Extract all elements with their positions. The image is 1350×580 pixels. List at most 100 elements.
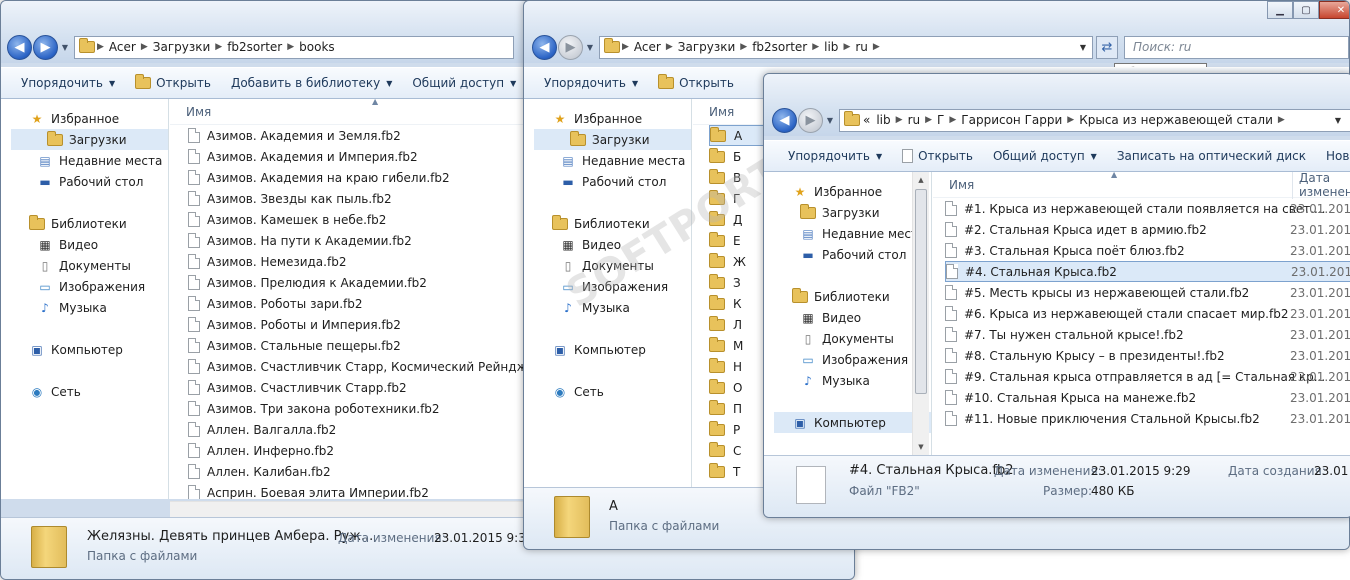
address-bar[interactable]: ▶ Acer ▶ Загрузки ▶ fb2sorter ▶ lib ▶ ru… [599, 35, 1093, 59]
nav-label: Видео [822, 310, 862, 325]
nav-network[interactable]: ◉ Сеть [1, 381, 168, 402]
file-row[interactable]: #7. Ты нужен стальной крысе!.fb2 23.01.20… [945, 324, 1350, 345]
open-button[interactable]: Открыть [892, 149, 983, 163]
breadcrumb-item[interactable]: Г [937, 113, 944, 127]
nav-documents[interactable]: ▯ Документы [764, 328, 931, 349]
nav-favorites[interactable]: ★ Избранное [524, 108, 691, 129]
folder-icon [709, 399, 725, 415]
file-row[interactable]: #10. Стальная Крыса на манеже.fb2 23.01.2… [945, 387, 1350, 408]
back-button[interactable]: ◀ [7, 34, 32, 60]
nav-computer[interactable]: ▣ Компьютер [524, 339, 691, 360]
nav-desktop[interactable]: ▬ Рабочий стол [764, 244, 931, 265]
recent-pages-dropdown[interactable]: ▼ [59, 43, 71, 52]
breadcrumb-item[interactable]: Крыса из нержавеющей стали [1079, 113, 1273, 127]
nav-images[interactable]: ▭ Изображения [1, 276, 168, 297]
nav-computer[interactable]: ▣ Компьютер [1, 339, 168, 360]
nav-recent-places[interactable]: ▤ Недавние места [1, 150, 168, 171]
file-date: 23.01.2015 9 [1290, 243, 1350, 258]
nav-libraries[interactable]: Библиотеки [1, 213, 168, 234]
breadcrumb-item[interactable]: Загрузки [153, 40, 211, 54]
minimize-button[interactable]: ▁ [1267, 1, 1293, 19]
column-date-label[interactable]: Дата изменен [1292, 172, 1350, 199]
nav-downloads[interactable]: Загрузки [764, 202, 931, 223]
open-button[interactable]: Открыть [125, 74, 221, 90]
breadcrumb-item[interactable]: Acer [634, 40, 661, 54]
organize-button[interactable]: Упорядочить ▼ [534, 76, 648, 90]
folder-icon [709, 294, 725, 310]
recent-pages-dropdown[interactable]: ▼ [824, 116, 836, 125]
back-button[interactable]: ◀ [772, 107, 797, 133]
breadcrumb-item[interactable]: fb2sorter [752, 40, 807, 54]
nav-computer[interactable]: ▣ Компьютер [774, 412, 931, 433]
nav-recent-places[interactable]: ▤ Недавние места [764, 223, 931, 244]
recent-places-icon: ▤ [562, 153, 574, 168]
nav-downloads[interactable]: Загрузки [11, 129, 168, 150]
nav-desktop[interactable]: ▬ Рабочий стол [524, 171, 691, 192]
burn-button[interactable]: Записать на оптический диск [1107, 149, 1316, 163]
forward-button[interactable]: ▶ [558, 34, 583, 60]
nav-desktop[interactable]: ▬ Рабочий стол [1, 171, 168, 192]
nav-favorites[interactable]: ★ Избранное [1, 108, 168, 129]
breadcrumb-item[interactable]: ru [908, 113, 921, 127]
file-row[interactable]: #9. Стальная крыса отправляется в ад [= … [945, 366, 1350, 387]
address-bar[interactable]: ▶ Acer ▶ Загрузки ▶ fb2sorter ▶ books [74, 35, 514, 59]
organize-button[interactable]: Упорядочить ▼ [778, 149, 892, 163]
file-row[interactable]: #3. Стальная Крыса поёт блюз.fb2 23.01.20… [945, 240, 1350, 261]
nav-video[interactable]: ▦ Видео [764, 307, 931, 328]
burn-label: Записать на оптический диск [1116, 149, 1307, 163]
scroll-up-icon[interactable]: ▲ [913, 172, 929, 188]
file-row[interactable]: #1. Крыса из нержавеющей стали появляетс… [945, 198, 1350, 219]
nav-music[interactable]: ♪ Музыка [1, 297, 168, 318]
scroll-down-icon[interactable]: ▼ [913, 439, 929, 455]
nav-pane-scrollbar[interactable]: ▲ ▼ [912, 172, 929, 455]
breadcrumb-item[interactable]: fb2sorter [227, 40, 282, 54]
nav-label: Рабочий стол [822, 247, 907, 262]
breadcrumb-item[interactable]: Гаррисон Гарри [961, 113, 1062, 127]
breadcrumb-overflow[interactable]: « [863, 113, 870, 127]
address-dropdown[interactable]: ▼ [1074, 43, 1092, 52]
nav-video[interactable]: ▦ Видео [1, 234, 168, 255]
refresh-button[interactable]: ⇄ [1096, 35, 1118, 59]
scroll-thumb[interactable] [915, 189, 927, 394]
breadcrumb-item[interactable]: Acer [109, 40, 136, 54]
breadcrumb-item[interactable]: lib [876, 113, 890, 127]
new-folder-button[interactable]: Новая [1316, 149, 1350, 163]
nav-recent-places[interactable]: ▤ Недавние места [524, 150, 691, 171]
nav-label: Компьютер [574, 342, 646, 357]
search-input[interactable]: Поиск: ru [1124, 35, 1349, 59]
file-row[interactable]: #2. Стальная Крыса идет в армию.fb2 23.01… [945, 219, 1350, 240]
share-button[interactable]: Общий доступ ▼ [983, 149, 1107, 163]
recent-pages-dropdown[interactable]: ▼ [584, 43, 596, 52]
add-to-library-button[interactable]: Добавить в библиотеку ▼ [221, 76, 402, 90]
address-bar[interactable]: « lib ▶ ru ▶ Г ▶ Гаррисон Гарри ▶ Крыса … [839, 108, 1350, 132]
nav-libraries[interactable]: Библиотеки [764, 286, 931, 307]
organize-button[interactable]: Упорядочить ▼ [11, 76, 125, 90]
maximize-button[interactable]: ▢ [1293, 1, 1319, 19]
file-row[interactable]: #4. Стальная Крыса.fb2 23.01.2015 9 [945, 261, 1350, 282]
file-row[interactable]: #5. Месть крысы из нержавеющей стали.fb2… [945, 282, 1350, 303]
forward-button[interactable]: ▶ [33, 34, 58, 60]
nav-documents[interactable]: ▯ Документы [1, 255, 168, 276]
file-row[interactable]: #8. Стальную Крысу – в президенты!.fb2 23… [945, 345, 1350, 366]
file-row[interactable]: #11. Новые приключения Стальной Крысы.fb… [945, 408, 1350, 429]
address-dropdown[interactable]: ▼ [1329, 116, 1350, 125]
nav-images[interactable]: ▭ Изображения [764, 349, 931, 370]
forward-button[interactable]: ▶ [798, 107, 823, 133]
back-button[interactable]: ◀ [532, 34, 557, 60]
nav-favorites[interactable]: ★ Избранное [764, 181, 931, 202]
breadcrumb-item[interactable]: Загрузки [678, 40, 736, 54]
horizontal-scrollbar[interactable] [170, 501, 524, 518]
column-name-label[interactable]: Имя [949, 178, 974, 192]
file-row[interactable]: #6. Крыса из нержавеющей стали спасает м… [945, 303, 1350, 324]
breadcrumb-item[interactable]: ru [855, 40, 868, 54]
nav-network[interactable]: ◉ Сеть [524, 381, 691, 402]
open-button[interactable]: Открыть [648, 74, 744, 90]
nav-music[interactable]: ♪ Музыка [764, 370, 931, 391]
share-button[interactable]: Общий доступ ▼ [402, 76, 526, 90]
sort-ascending-icon: ▲ [1111, 172, 1118, 179]
breadcrumb-item[interactable]: books [299, 40, 335, 54]
file-name: #8. Стальную Крысу – в президенты!.fb2 [964, 348, 1225, 363]
breadcrumb-item[interactable]: lib [824, 40, 838, 54]
nav-downloads[interactable]: Загрузки [534, 129, 691, 150]
close-button[interactable]: ✕ [1319, 1, 1349, 19]
